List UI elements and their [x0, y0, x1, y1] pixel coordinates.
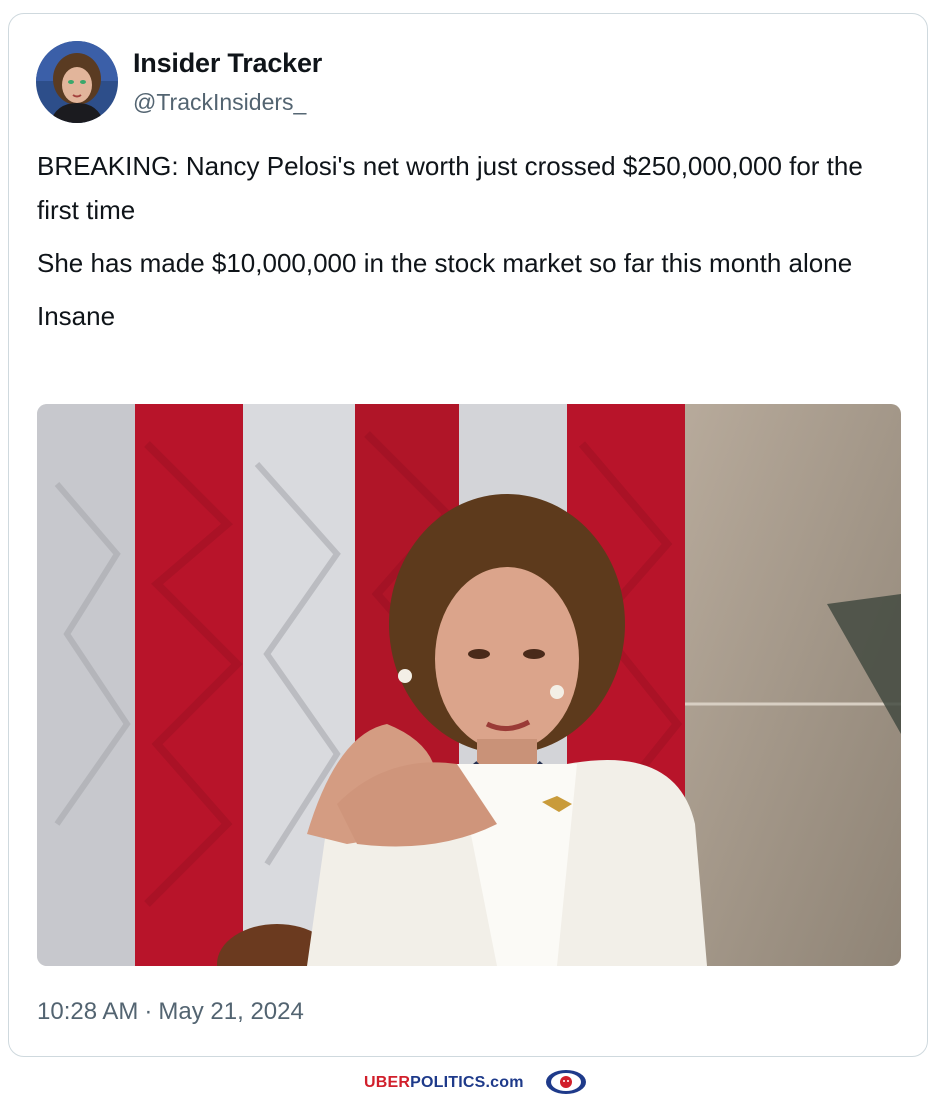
- brand-part-uber: UBER: [364, 1074, 411, 1091]
- avatar[interactable]: [36, 41, 118, 123]
- tweet-text: BREAKING: Nancy Pelosi's net worth just …: [37, 144, 907, 347]
- tweet-date: May 21, 2024: [158, 998, 304, 1025]
- tweet-paragraph: She has made $10,000,000 in the stock ma…: [37, 248, 853, 278]
- timestamp-separator: ·: [144, 998, 153, 1025]
- user-handle[interactable]: @TrackInsiders_: [133, 89, 306, 116]
- watermark-footer: UBERPOLITICS.com: [0, 1064, 940, 1097]
- avatar-image: [36, 41, 118, 123]
- tweet-paragraph: Insane: [37, 301, 116, 331]
- photo-image: [37, 404, 901, 966]
- display-name[interactable]: Insider Tracker: [133, 48, 322, 79]
- tweet-paragraph: BREAKING: Nancy Pelosi's net worth just …: [37, 151, 863, 225]
- brand-wordmark: UBERPOLITICS.com: [364, 1074, 524, 1092]
- tweet-time: 10:28 AM: [37, 998, 139, 1025]
- lion-emblem-icon: [545, 1069, 587, 1095]
- timestamp[interactable]: 10:28 AM · May 21, 2024: [37, 998, 304, 1026]
- tweet-photo[interactable]: [37, 404, 901, 966]
- brand-part-politics: POLITICS.com: [410, 1074, 524, 1091]
- tweet-card: Insider Tracker @TrackInsiders_ BREAKING…: [8, 13, 928, 1057]
